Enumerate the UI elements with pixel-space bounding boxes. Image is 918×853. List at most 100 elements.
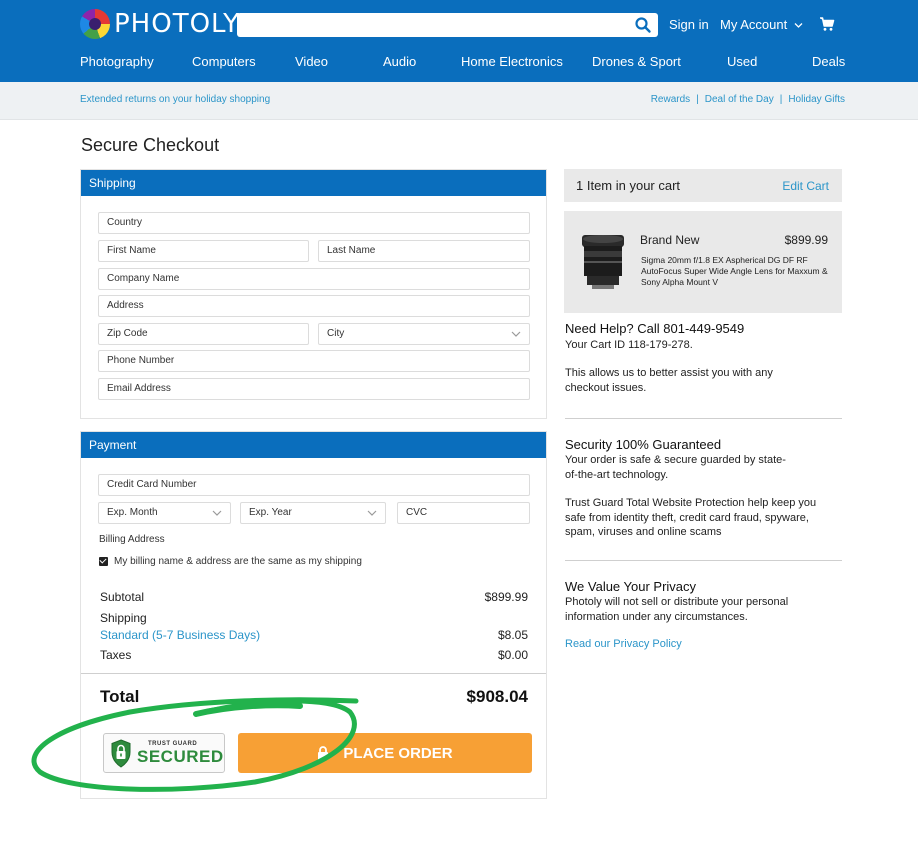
camera-lens-image[interactable]: [578, 233, 628, 291]
chevron-down-icon: [367, 510, 377, 516]
security-heading: Security 100% Guaranteed: [565, 437, 722, 452]
trust-guard-text-block: Trust Guard Total Website Protection hel…: [565, 497, 817, 538]
exp-year-select[interactable]: Exp. Year: [240, 502, 386, 524]
card-placeholder: Credit Card Number: [107, 479, 197, 490]
same-address-checkbox-row[interactable]: My billing name & address are the same a…: [99, 556, 362, 567]
help-heading: Need Help? Call 801-449-9549: [565, 321, 745, 336]
credit-card-field[interactable]: Credit Card Number: [98, 474, 530, 496]
shipping-method-link[interactable]: Standard (5-7 Business Days): [100, 628, 260, 642]
rewards-link[interactable]: Rewards: [651, 94, 690, 105]
cart-item-count: 1 Item in your cart: [576, 178, 681, 193]
nav-item-used[interactable]: Used: [727, 54, 757, 69]
privacy-heading: We Value Your Privacy: [565, 579, 697, 594]
right-divider: [565, 418, 842, 419]
nav-item-computers[interactable]: Computers: [192, 54, 256, 69]
item-description[interactable]: Sigma 20mm f/1.8 EX Aspherical DG DF RF …: [641, 255, 836, 288]
trust-guard-badge[interactable]: TRUST GUARD SECURED: [103, 733, 225, 773]
nav-item-audio[interactable]: Audio: [383, 54, 416, 69]
promo-separator: |: [696, 94, 699, 105]
nav-item-video[interactable]: Video: [295, 54, 328, 69]
total-label: Total: [100, 687, 140, 706]
same-address-checkbox[interactable]: [99, 557, 108, 566]
shipping-heading: Shipping: [81, 170, 546, 196]
promo-separator: |: [779, 94, 783, 105]
cart-id-text: Your Cart ID 118-179-278.: [565, 339, 693, 351]
cart-item: Brand New $899.99 Sigma 20mm f/1.8 EX As…: [564, 211, 842, 313]
total-divider: [81, 673, 546, 674]
taxes-label: Taxes: [100, 648, 132, 662]
exp-month-placeholder: Exp. Month: [107, 507, 158, 518]
company-placeholder: Company Name: [107, 273, 180, 284]
search-input[interactable]: [237, 13, 658, 37]
promo-message[interactable]: Extended returns on your holiday shoppin…: [80, 94, 270, 105]
item-price: $899.99: [784, 233, 828, 247]
subtotal-label: Subtotal: [100, 590, 145, 604]
zip-code-field[interactable]: Zip Code: [98, 323, 309, 345]
sign-in-link[interactable]: Sign in: [669, 17, 709, 32]
place-order-label: PLACE ORDER: [343, 744, 453, 762]
nav-item-home-electronics[interactable]: Home Electronics: [461, 54, 563, 69]
phone-field[interactable]: Phone Number: [98, 350, 530, 372]
total-value: $908.04: [466, 687, 528, 706]
search-icon[interactable]: [634, 16, 652, 34]
last-name-placeholder: Last Name: [327, 245, 376, 256]
cvc-field[interactable]: CVC: [397, 502, 530, 524]
address-field[interactable]: Address: [98, 295, 530, 317]
promo-bar: Extended returns on your holiday shoppin…: [0, 82, 918, 120]
secured-text: SECURED: [137, 747, 224, 766]
place-order-button[interactable]: PLACE ORDER: [238, 733, 532, 773]
my-account-menu[interactable]: My Account: [720, 17, 803, 32]
brand-name: PHOTOLY: [114, 9, 240, 39]
chevron-down-icon: [511, 331, 521, 337]
shipping-label: Shipping: [100, 611, 147, 625]
first-name-placeholder: First Name: [107, 245, 156, 256]
privacy-policy-link[interactable]: Read our Privacy Policy: [565, 638, 682, 650]
billing-address-label: Billing Address: [99, 534, 165, 545]
exp-month-select[interactable]: Exp. Month: [98, 502, 231, 524]
cart-icon[interactable]: [819, 16, 835, 32]
deal-of-the-day-link[interactable]: Deal of the Day: [705, 94, 774, 105]
country-field[interactable]: Country: [98, 212, 530, 234]
security-text: Your order is safe & secure guarded by s…: [565, 454, 786, 481]
privacy-text: Photoly will not sell or distribute your…: [565, 596, 789, 623]
city-select[interactable]: City: [318, 323, 530, 345]
shipping-value: $8.05: [497, 628, 528, 642]
nav-item-photography[interactable]: Photography: [80, 54, 154, 69]
first-name-field[interactable]: First Name: [98, 240, 309, 262]
payment-heading: Payment: [81, 432, 546, 458]
payment-panel: Payment Credit Card Number Exp. Month Ex…: [80, 431, 547, 799]
edit-cart-link[interactable]: Edit Cart: [782, 179, 829, 193]
taxes-value: $0.00: [497, 648, 528, 662]
chevron-down-icon: [212, 510, 222, 516]
photoly-logo-icon: [80, 9, 110, 39]
cvc-placeholder: CVC: [406, 507, 428, 518]
chevron-down-icon: [794, 23, 803, 28]
phone-placeholder: Phone Number: [107, 355, 175, 366]
lock-icon: [318, 746, 329, 760]
brand-logo[interactable]: PHOTOLY: [80, 9, 240, 39]
exp-year-placeholder: Exp. Year: [249, 507, 292, 518]
subtotal-value: $899.99: [484, 590, 528, 604]
item-condition: Brand New: [640, 233, 700, 247]
top-header: PHOTOLY Sign in My Account Photography C…: [0, 0, 918, 82]
nav-item-drones-sport[interactable]: Drones & Sport: [592, 54, 681, 69]
address-placeholder: Address: [107, 300, 144, 311]
shield-lock-icon: [111, 739, 131, 768]
shipping-panel: Shipping Country First Name Last Name Co…: [80, 169, 547, 419]
company-name-field[interactable]: Company Name: [98, 268, 530, 290]
right-divider: [565, 560, 842, 561]
city-placeholder: City: [327, 328, 345, 339]
cart-summary-header: 1 Item in your cart Edit Cart: [564, 169, 842, 202]
my-account-label: My Account: [720, 17, 788, 32]
last-name-field[interactable]: Last Name: [318, 240, 530, 262]
promo-links: Rewards | Deal of the Day | Holiday Gift…: [651, 94, 845, 105]
email-field[interactable]: Email Address: [98, 378, 530, 400]
same-address-label: My billing name & address are the same a…: [114, 556, 362, 567]
holiday-gifts-link[interactable]: Holiday Gifts: [788, 94, 845, 105]
email-placeholder: Email Address: [107, 383, 171, 394]
help-text: This allows us to better assist you with…: [565, 367, 773, 394]
nav-item-deals[interactable]: Deals: [812, 54, 845, 69]
zip-placeholder: Zip Code: [107, 328, 148, 339]
page-title: Secure Checkout: [81, 135, 220, 155]
country-placeholder: Country: [107, 217, 143, 228]
